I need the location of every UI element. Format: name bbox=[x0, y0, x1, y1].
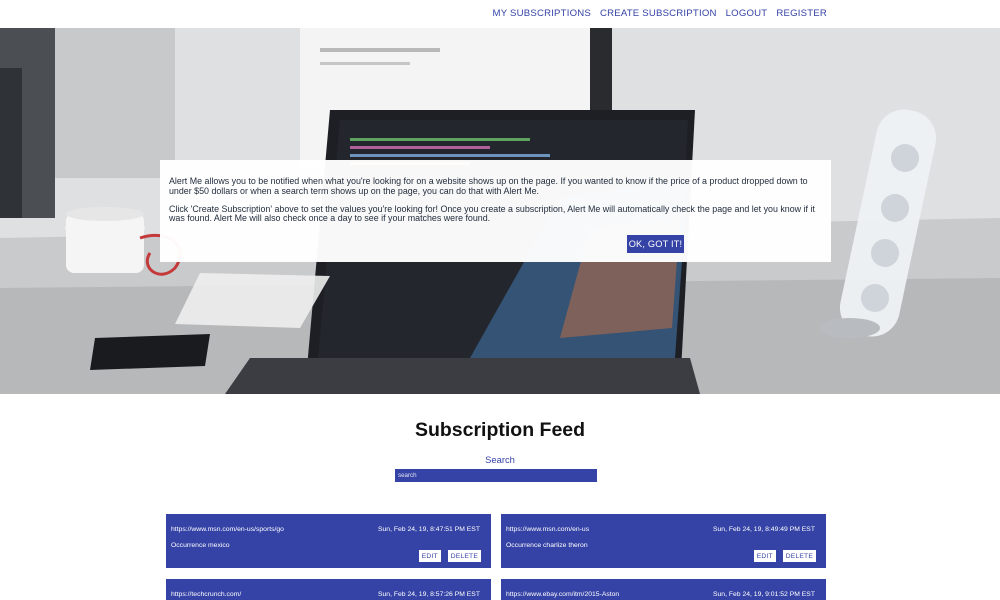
delete-button[interactable]: DELETE bbox=[782, 550, 816, 562]
card-timestamp: Sun, Feb 24, 19, 8:57:26 PM EST bbox=[377, 591, 480, 598]
edit-button[interactable]: EDIT bbox=[418, 550, 441, 562]
card-url: https://www.msn.com/en-us/sports/go bbox=[171, 526, 284, 533]
card-occurrence: Occurrence charlize theron bbox=[506, 542, 588, 549]
nav-create-subscription-link[interactable]: CREATE SUBSCRIPTION bbox=[600, 8, 717, 19]
subscription-card: https://www.msn.com/en-us Sun, Feb 24, 1… bbox=[501, 514, 826, 568]
nav-my-subscriptions-link[interactable]: MY SUBSCRIPTIONS bbox=[493, 8, 591, 19]
card-url: https://www.msn.com/en-us bbox=[506, 526, 590, 533]
subscription-card: https://www.msn.com/en-us/sports/go Sun,… bbox=[166, 514, 491, 568]
nav-logout-link[interactable]: LOGOUT bbox=[726, 8, 768, 19]
subscription-card: https://techcrunch.com/ Sun, Feb 24, 19,… bbox=[166, 579, 491, 600]
nav-register-link[interactable]: REGISTER bbox=[776, 8, 827, 19]
card-actions: EDIT DELETE bbox=[753, 550, 816, 562]
card-timestamp: Sun, Feb 24, 19, 8:49:49 PM EST bbox=[712, 526, 815, 533]
card-url: https://www.ebay.com/itm/2015-Aston bbox=[506, 591, 620, 598]
edit-button[interactable]: EDIT bbox=[753, 550, 776, 562]
subscription-card: https://www.ebay.com/itm/2015-Aston Sun,… bbox=[501, 579, 826, 600]
intro-paragraph-1: Alert Me allows you to be notified when … bbox=[169, 176, 808, 196]
intro-panel: Alert Me allows you to be notified when … bbox=[160, 160, 831, 262]
card-timestamp: Sun, Feb 24, 19, 8:47:51 PM EST bbox=[377, 526, 480, 533]
ok-got-it-button[interactable]: OK, GOT IT! bbox=[627, 235, 684, 253]
intro-paragraph-2: Click 'Create Subscription' above to set… bbox=[169, 203, 815, 224]
nav-links: MY SUBSCRIPTIONS CREATE SUBSCRIPTION LOG… bbox=[493, 8, 827, 19]
top-navigation: MY SUBSCRIPTIONS CREATE SUBSCRIPTION LOG… bbox=[0, 0, 1000, 28]
search-input[interactable] bbox=[395, 469, 597, 482]
card-actions: EDIT DELETE bbox=[418, 550, 481, 562]
search-label: Search bbox=[485, 454, 515, 465]
card-occurrence: Occurrence mexico bbox=[171, 542, 230, 549]
delete-button[interactable]: DELETE bbox=[447, 550, 481, 562]
page-title: Subscription Feed bbox=[414, 419, 586, 441]
card-timestamp: Sun, Feb 24, 19, 9:01:52 PM EST bbox=[712, 591, 815, 598]
card-url: https://techcrunch.com/ bbox=[171, 591, 242, 598]
